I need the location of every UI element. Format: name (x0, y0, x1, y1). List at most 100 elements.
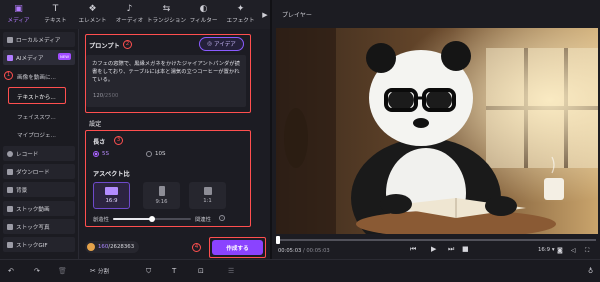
sidebar-item-label: AIメディア (16, 55, 44, 62)
tab-audio[interactable]: ♪ オーディオ (111, 0, 148, 29)
annotation-marker-4: 4 (192, 243, 201, 252)
tab-text[interactable]: T テキスト (37, 0, 74, 29)
panda-reading-image (276, 28, 598, 234)
idea-button-label: アイデア (214, 42, 236, 48)
current-time: 00:05:03 (278, 248, 302, 254)
total-time: / 00:05:03 (302, 248, 330, 254)
record-icon (7, 150, 13, 157)
adjust-icon[interactable]: ☰ (228, 264, 234, 278)
tab-effect[interactable]: ✦ エフェクト (222, 0, 259, 29)
sidebar-item-label: ローカルメディア (16, 37, 61, 44)
filter-icon: ◐ (199, 4, 208, 14)
aspect-option-1-1[interactable]: 1:1 (189, 182, 226, 209)
sidebar-item-label: ストック動画 (16, 206, 50, 213)
prompt-textarea[interactable]: カフェの窓際で、黒縁メガネをかけたジャイアントパンダが読書をしており、テーブルに… (86, 55, 246, 107)
delete-icon[interactable]: 🗑 (58, 264, 67, 278)
toolbar-more-arrow-icon[interactable]: ▶ (260, 0, 270, 29)
media-sidebar: ローカルメディア AIメディア NEW 画像を動画に... テキストから... … (0, 29, 78, 259)
tab-filter[interactable]: ◐ フィルター (185, 0, 222, 29)
credits-used: 160 (98, 244, 109, 250)
tab-element[interactable]: ❖ エレメント (74, 0, 111, 29)
fullscreen-icon[interactable]: ⛶ (585, 247, 589, 255)
sidebar-item-download[interactable]: ダウンロード (3, 164, 75, 179)
creativity-slider-handle[interactable] (149, 216, 155, 222)
tab-transition-label: トランジション (146, 18, 187, 24)
char-count-max: /2500 (103, 93, 119, 99)
video-preview[interactable] (276, 28, 598, 234)
sidebar-item-label: ストック写真 (16, 224, 50, 231)
player-title: プレイヤー (282, 12, 312, 19)
sidebar-item-stock-video[interactable]: ストック動画 (3, 201, 75, 216)
split-button[interactable]: ✂ 分割 (90, 264, 109, 278)
folder-icon (7, 36, 13, 43)
snapshot-icon[interactable]: ◙ (557, 247, 563, 254)
annotation-marker-3: 3 (114, 136, 123, 145)
length-option-5s[interactable]: 5S (93, 151, 109, 157)
sidebar-item-stock-gif[interactable]: ストックGIF (3, 237, 75, 252)
stop-icon[interactable]: ■ (462, 245, 469, 253)
tab-element-label: エレメント (78, 18, 107, 24)
prompt-char-count: 120/2500 (93, 93, 118, 99)
aspect-option-9-16[interactable]: 9:16 (143, 182, 180, 209)
text-icon: T (52, 4, 59, 14)
coin-icon (87, 243, 95, 251)
aspect-ratio-dropdown[interactable]: 16:9 ▾ (538, 247, 555, 253)
tab-effect-label: エフェクト (226, 18, 255, 24)
sidebar-item-face-swap[interactable]: フェイススワ... (14, 109, 56, 124)
char-count-value: 120 (93, 93, 104, 99)
prompt-title: プロンプト (89, 43, 120, 50)
time-display: 00:05:03 / 00:05:03 (278, 248, 330, 254)
tab-media[interactable]: ▣ メディア (0, 0, 37, 29)
play-icon[interactable]: ▶ (431, 245, 436, 253)
ai-icon (7, 54, 13, 61)
credits-total: /2628363 (108, 244, 135, 250)
stock-photo-icon (7, 223, 13, 230)
scrubber-handle[interactable] (276, 236, 280, 244)
sidebar-item-label: ダウンロード (16, 169, 50, 176)
annotation-highlight-text-to-video (8, 87, 66, 104)
aspect-option-label: 1:1 (203, 198, 212, 204)
length-option-label: 5S (102, 151, 109, 157)
player-panel: プレイヤー 00:05:03 / 00:05:03 ⏮ ▶ ⏭ ■ 16:9 ▾… (270, 0, 600, 259)
idea-button[interactable]: ◎ アイデア (199, 37, 244, 51)
volume-icon[interactable]: ◁ (571, 247, 576, 254)
sidebar-item-label: 背景 (16, 187, 28, 194)
info-icon[interactable]: i (219, 215, 225, 221)
tab-transition[interactable]: ⇆ トランジション (146, 0, 187, 29)
length-option-10s[interactable]: 10S (146, 151, 166, 157)
aspect-option-label: 9:16 (155, 199, 168, 205)
timeline-scrubber[interactable] (278, 239, 596, 241)
sidebar-item-my-project[interactable]: マイプロジェ... (14, 127, 56, 142)
radio-icon (146, 151, 152, 157)
redo-icon[interactable]: ↷ (34, 264, 40, 278)
tab-text-label: テキスト (44, 18, 67, 24)
generate-button[interactable]: 作成する (212, 240, 263, 255)
sidebar-item-label: フェイススワ... (17, 114, 56, 121)
undo-icon[interactable]: ↶ (8, 264, 14, 278)
length-label: 長さ (93, 139, 106, 146)
transform-icon[interactable]: ⊡ (198, 264, 204, 278)
sidebar-item-background[interactable]: 背景 (3, 182, 75, 197)
sidebar-item-stock-photo[interactable]: ストック写真 (3, 219, 75, 234)
aspect-option-16-9[interactable]: 16:9 (93, 182, 130, 209)
microphone-icon[interactable]: ♁ (588, 264, 593, 278)
credits-display: 160/2628363 (85, 241, 140, 253)
annotation-marker-1: 1 (4, 71, 13, 80)
stock-gif-icon (7, 241, 13, 248)
prompt-text: カフェの窓際で、黒縁メガネをかけたジャイアントパンダが読書をしており、テーブルに… (92, 61, 240, 83)
sidebar-item-local-media[interactable]: ローカルメディア (3, 32, 75, 47)
previous-frame-icon[interactable]: ⏮ (410, 245, 416, 254)
element-icon: ❖ (88, 4, 97, 14)
text-tool-icon[interactable]: T (172, 264, 176, 278)
top-toolbar: ▣ メディア T テキスト ❖ エレメント ♪ オーディオ ⇆ トランジション … (0, 0, 270, 29)
next-frame-icon[interactable]: ⏭ (448, 245, 454, 254)
slider-right-label: 関連性 (195, 217, 211, 223)
tab-audio-label: オーディオ (115, 18, 144, 24)
crop-icon[interactable]: ⛉ (146, 264, 151, 278)
sidebar-item-record[interactable]: レコード (3, 146, 75, 161)
sidebar-item-image-to-video[interactable]: 画像を動画に... (14, 69, 56, 84)
sidebar-item-ai-media[interactable]: AIメディア NEW (3, 50, 75, 65)
creativity-slider-fill (113, 218, 152, 220)
sidebar-item-label: ストックGIF (16, 242, 48, 249)
length-option-label: 10S (155, 151, 166, 157)
